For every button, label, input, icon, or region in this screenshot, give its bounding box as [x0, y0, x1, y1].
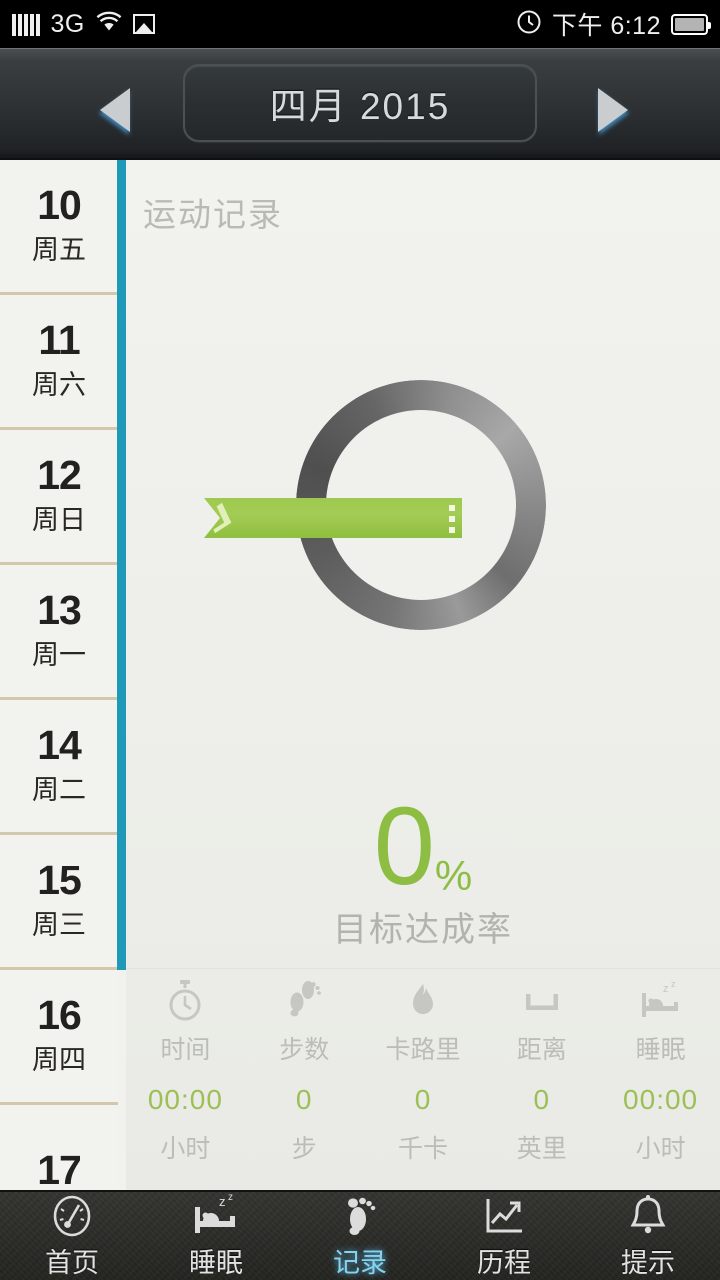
goal-achievement-block: 0% 目标达成率 [126, 785, 720, 951]
clock-icon [516, 9, 542, 40]
tab-sleep[interactable]: z z 睡眠 [144, 1193, 288, 1280]
date-sidebar[interactable]: 10 周五 11 周六 12 周日 13 周一 14 周二 15 周三 16 周… [0, 160, 118, 1240]
flame-icon [364, 978, 483, 1024]
stat-unit: 千卡 [397, 1135, 448, 1163]
stat-calories[interactable]: 卡路里 0 千卡 [364, 978, 483, 1165]
stat-value: 00:00 [623, 1084, 699, 1115]
tab-alerts[interactable]: 提示 [576, 1193, 720, 1280]
stat-value: 0 [414, 1084, 432, 1115]
stat-unit: 小时 [635, 1135, 686, 1163]
date-number: 15 [37, 857, 82, 903]
ruler-icon [482, 978, 601, 1024]
gauge-icon [0, 1193, 144, 1239]
stat-value: 00:00 [147, 1084, 223, 1115]
date-cell[interactable]: 10 周五 [0, 160, 118, 295]
date-weekday: 周四 [32, 1045, 86, 1075]
date-number: 14 [37, 722, 82, 768]
line-chart-icon [432, 1193, 576, 1239]
date-cell[interactable]: 12 周日 [0, 430, 118, 565]
selection-accent-bar [117, 160, 126, 970]
date-number: 17 [37, 1146, 82, 1193]
date-weekday: 周五 [32, 235, 86, 265]
stats-row: 时间 00:00 小时 步数 0 步 卡路里 0 千卡 距离 0 英里 z z … [126, 978, 720, 1165]
tab-history[interactable]: 历程 [432, 1193, 576, 1280]
progress-ribbon-indicator [204, 498, 462, 538]
date-cell[interactable]: 13 周一 [0, 565, 118, 700]
content-area: 10 周五 11 周六 12 周日 13 周一 14 周二 15 周三 16 周… [0, 160, 720, 1240]
footprint-icon [288, 1193, 432, 1239]
date-number: 10 [37, 182, 82, 228]
date-number: 13 [37, 587, 82, 633]
stopwatch-icon [126, 978, 245, 1024]
svg-text:z: z [219, 1194, 226, 1209]
next-month-arrow-icon[interactable] [598, 88, 628, 132]
month-display-pill[interactable]: 四月 2015 [183, 64, 537, 142]
stat-sleep[interactable]: z z 睡眠 00:00 小时 [601, 978, 720, 1165]
date-number: 16 [37, 992, 82, 1038]
svg-text:z: z [228, 1193, 233, 1203]
ribbon-dots-icon [449, 505, 455, 538]
month-navigation-header: 四月 2015 [0, 48, 720, 160]
date-cell-selected[interactable]: 15 周三 [0, 835, 118, 970]
stat-label: 睡眠 [635, 1036, 686, 1064]
stat-steps[interactable]: 步数 0 步 [245, 978, 364, 1165]
stat-label: 时间 [160, 1036, 211, 1064]
status-bar-right: 下午 6:12 [516, 6, 711, 42]
stat-value: 0 [533, 1084, 551, 1115]
chevron-right-icon [205, 502, 232, 534]
percent-sign: % [434, 852, 473, 899]
date-weekday: 周二 [32, 775, 86, 805]
stats-divider [126, 968, 720, 969]
tab-label: 首页 [45, 1247, 99, 1278]
date-weekday: 周日 [32, 505, 86, 535]
prev-month-arrow-icon[interactable] [100, 88, 130, 132]
footprints-icon [245, 978, 364, 1024]
date-weekday: 周一 [32, 640, 86, 670]
bed-sleep-icon: z z [144, 1193, 288, 1239]
network-type-label: 3G [50, 9, 85, 38]
status-bar-left: 3G [12, 10, 155, 39]
battery-icon [671, 13, 711, 35]
date-number: 11 [38, 317, 80, 363]
status-bar: 3G 下午 6:12 [0, 0, 720, 48]
stat-unit: 步 [291, 1135, 317, 1163]
goal-percent-label: 目标达成率 [333, 911, 513, 949]
picture-icon [132, 14, 155, 34]
bell-icon [576, 1193, 720, 1239]
tab-label: 记录 [333, 1247, 387, 1278]
date-weekday: 周三 [32, 910, 86, 940]
date-number: 12 [37, 452, 82, 498]
stat-label: 距离 [516, 1036, 567, 1064]
stat-label: 步数 [279, 1036, 330, 1064]
goal-percent-value: 0 [373, 785, 435, 908]
signal-bars-icon [12, 12, 40, 36]
wifi-icon [96, 11, 122, 38]
stat-distance[interactable]: 距离 0 英里 [482, 978, 601, 1165]
bed-sleep-icon: z z [601, 978, 720, 1024]
date-cell[interactable]: 16 周四 [0, 970, 118, 1105]
bottom-tab-bar: 首页 z z 睡眠 记录 历程 提示 [0, 1190, 720, 1280]
stat-time[interactable]: 时间 00:00 小时 [126, 978, 245, 1165]
tab-label: 睡眠 [189, 1247, 243, 1278]
activity-panel: 运动记录 0% 目标达成率 时间 00:00 小时 步数 0 步 卡路里 0 千… [126, 160, 720, 1190]
svg-text:z: z [663, 983, 669, 995]
stat-value: 0 [295, 1084, 313, 1115]
app-screen: 3G 下午 6:12 四月 2015 10 周五 11 周六 12 周日 13 … [0, 0, 720, 1280]
tab-record[interactable]: 记录 [288, 1193, 432, 1280]
page-title: 运动记录 [143, 196, 283, 233]
status-time: 下午 6:12 [551, 12, 661, 40]
date-weekday: 周六 [32, 370, 86, 400]
stat-label: 卡路里 [385, 1036, 461, 1064]
svg-text:z: z [671, 980, 676, 989]
stat-unit: 小时 [160, 1135, 211, 1163]
date-cell[interactable]: 14 周二 [0, 700, 118, 835]
date-cell[interactable]: 11 周六 [0, 295, 118, 430]
tab-home[interactable]: 首页 [0, 1193, 144, 1280]
stat-unit: 英里 [516, 1135, 567, 1163]
tab-label: 历程 [477, 1247, 531, 1278]
goal-progress-ring [204, 380, 546, 630]
tab-label: 提示 [621, 1247, 675, 1278]
month-year-label: 四月 2015 [269, 86, 451, 127]
